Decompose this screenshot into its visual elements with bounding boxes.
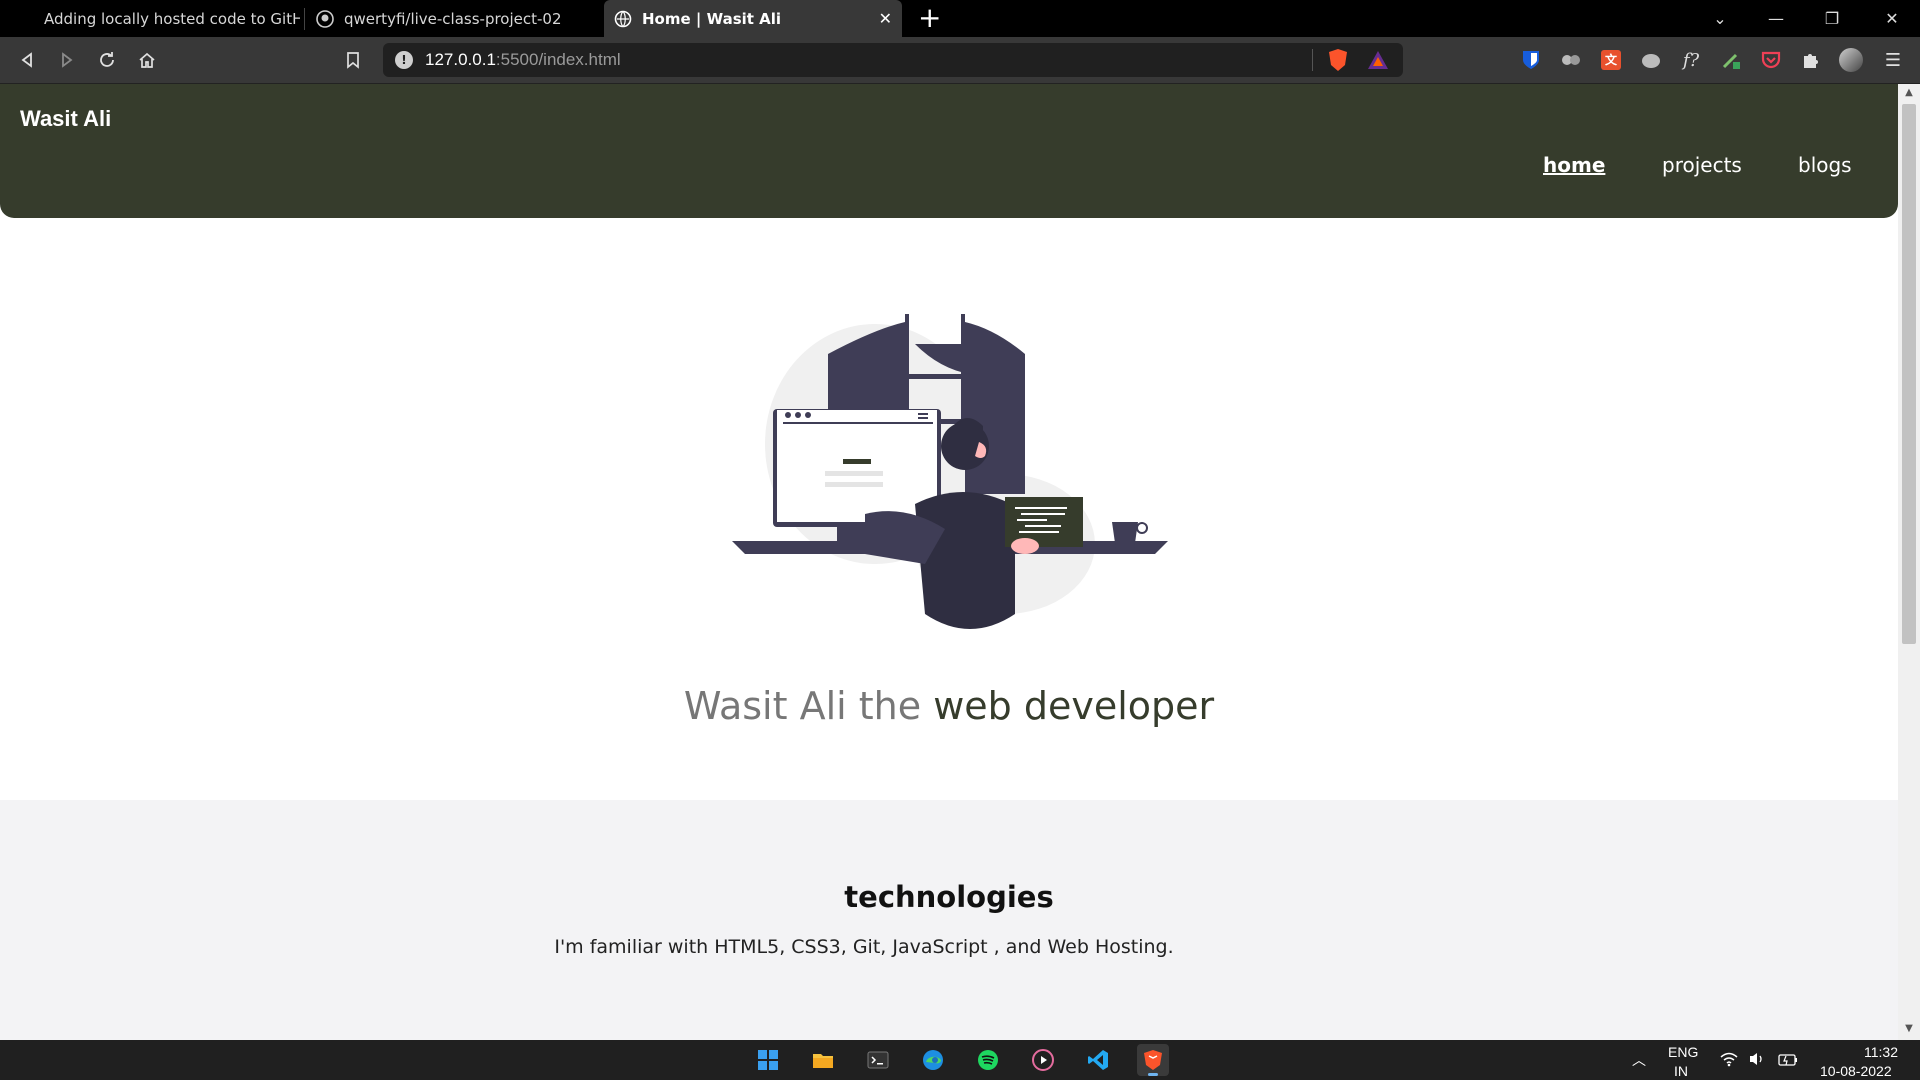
scrollbar-thumb[interactable] — [1902, 104, 1916, 644]
extension-icon[interactable] — [1558, 47, 1584, 73]
technologies-section: technologies I'm familiar with HTML5, CS… — [0, 800, 1898, 1040]
wifi-icon[interactable] — [1720, 1051, 1738, 1071]
site-info-icon[interactable]: ! — [395, 51, 413, 69]
forward-icon[interactable] — [50, 43, 84, 77]
tray-overflow-icon[interactable]: ︿ — [1632, 1050, 1646, 1070]
extension-icon[interactable] — [1638, 47, 1664, 73]
back-icon[interactable] — [10, 43, 44, 77]
new-tab-button[interactable]: + — [918, 2, 941, 34]
input-language[interactable]: ENG — [1668, 1044, 1698, 1060]
spotify-icon[interactable] — [972, 1044, 1004, 1076]
home-icon[interactable] — [130, 43, 164, 77]
github-icon — [316, 9, 334, 28]
tab-home-wasit-ali[interactable]: Home | Wasit Ali ✕ — [604, 0, 902, 37]
windows-start-icon[interactable] — [752, 1044, 784, 1076]
globe-icon — [614, 10, 632, 28]
scroll-up-icon[interactable]: ▲ — [1902, 86, 1916, 100]
translate-extension-icon[interactable]: 文 — [1598, 47, 1624, 73]
brave-rewards-icon[interactable] — [1367, 49, 1389, 75]
tab-github-guide[interactable]: Adding locally hosted code to GitHub — [0, 0, 300, 37]
scroll-down-icon[interactable]: ▼ — [1902, 1022, 1916, 1036]
close-tab-icon[interactable]: ✕ — [879, 9, 892, 28]
clock-date[interactable]: 10-08-2022 — [1820, 1063, 1892, 1079]
input-region[interactable]: IN — [1674, 1063, 1688, 1079]
site-navbar: Wasit Ali home projects blogs — [0, 84, 1898, 218]
technologies-heading: technologies — [844, 880, 1054, 914]
bookmark-icon[interactable] — [336, 43, 370, 77]
profile-avatar[interactable] — [1838, 47, 1864, 73]
site-brand[interactable]: Wasit Ali — [20, 106, 111, 132]
media-player-icon[interactable] — [1027, 1044, 1059, 1076]
tab-search-icon[interactable]: ⌄ — [1692, 0, 1748, 37]
windows-taskbar: ︿ ENG IN 11:32 10-08-2022 — [0, 1040, 1920, 1080]
restore-icon[interactable]: ❐ — [1804, 0, 1860, 37]
browser-toolbar: ! 127.0.0.1:5500/index.html 文 f? ☰ — [0, 37, 1920, 84]
url-host: 127.0.0.1 — [425, 50, 496, 69]
battery-icon[interactable] — [1778, 1052, 1798, 1071]
hero-title-plain: Wasit Ali the — [683, 684, 934, 728]
extensions-puzzle-icon[interactable] — [1798, 47, 1824, 73]
nav-projects-link[interactable]: projects — [1662, 153, 1742, 177]
tab-title: Adding locally hosted code to GitHub — [44, 9, 300, 28]
divider — [1312, 49, 1313, 71]
bitwarden-extension-icon[interactable] — [1518, 47, 1544, 73]
page-scrollbar[interactable]: ▲ ▼ — [1898, 84, 1920, 1040]
nav-blogs-link[interactable]: blogs — [1798, 153, 1852, 177]
minimize-icon[interactable]: — — [1748, 0, 1804, 37]
nav-home-link[interactable]: home — [1543, 153, 1605, 177]
terminal-icon[interactable] — [862, 1044, 894, 1076]
brave-shields-icon[interactable] — [1327, 48, 1349, 76]
edge-icon[interactable] — [917, 1044, 949, 1076]
technologies-text: I'm familiar with HTML5, CSS3, Git, Java… — [554, 936, 1174, 958]
file-explorer-icon[interactable] — [807, 1044, 839, 1076]
address-bar[interactable]: ! 127.0.0.1:5500/index.html — [383, 43, 1403, 77]
font-extension-icon[interactable]: f? — [1678, 47, 1704, 73]
tab-title: qwertyfi/live-class-project-02 — [344, 9, 562, 28]
vscode-icon[interactable] — [1082, 1044, 1114, 1076]
tab-separator — [304, 8, 305, 30]
brave-browser-icon[interactable] — [1137, 1044, 1169, 1076]
volume-icon[interactable] — [1748, 1051, 1766, 1071]
page-viewport: Wasit Ali home projects blogs Wasit Ali … — [0, 84, 1898, 1040]
color-picker-extension-icon[interactable] — [1718, 47, 1744, 73]
url-path: :5500/index.html — [495, 50, 621, 69]
clock-time[interactable]: 11:32 — [1864, 1044, 1898, 1060]
browser-tab-strip: Adding locally hosted code to GitHub qwe… — [0, 0, 1920, 37]
tab-github-repo[interactable]: qwertyfi/live-class-project-02 — [306, 0, 596, 37]
developer-illustration — [732, 314, 1168, 629]
hero-title-accent: web developer — [933, 684, 1215, 728]
close-window-icon[interactable]: ✕ — [1864, 0, 1920, 37]
pocket-icon[interactable] — [1758, 47, 1784, 73]
url-text: 127.0.0.1:5500/index.html — [425, 50, 621, 70]
menu-icon[interactable]: ☰ — [1880, 47, 1906, 73]
tab-title: Home | Wasit Ali — [642, 9, 782, 28]
hero-title: Wasit Ali the web developer — [0, 684, 1898, 728]
reload-icon[interactable] — [90, 43, 124, 77]
